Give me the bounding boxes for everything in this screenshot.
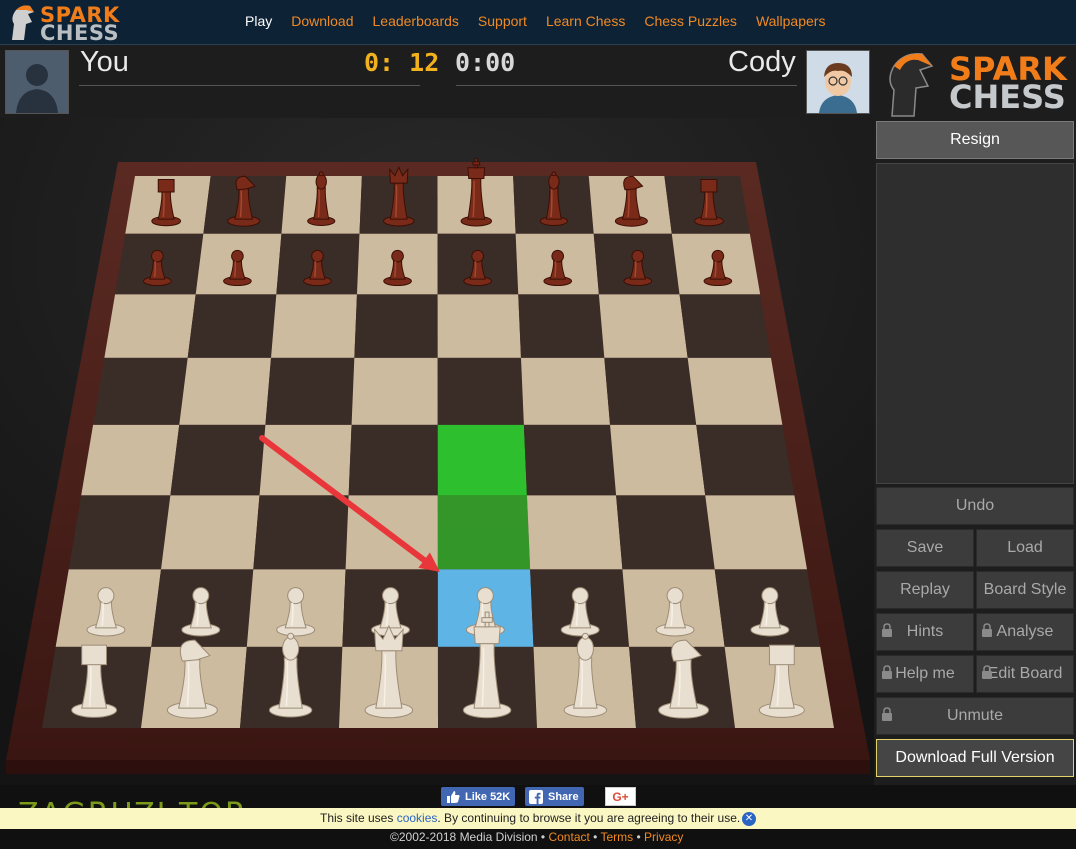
- cookie-text-pre: This site uses: [320, 811, 397, 825]
- unmute-button[interactable]: Unmute: [876, 697, 1074, 735]
- cookie-text-post: . By continuing to browse it you are agr…: [437, 811, 741, 825]
- replay-button[interactable]: Replay: [876, 571, 974, 609]
- analyse-button[interactable]: Analyse: [976, 613, 1074, 651]
- square-h5[interactable]: [687, 357, 783, 425]
- cookies-link[interactable]: cookies: [397, 811, 438, 825]
- square-g4[interactable]: [610, 424, 706, 496]
- help-me-button[interactable]: Help me: [876, 655, 974, 693]
- square-f6[interactable]: [518, 294, 605, 358]
- player-you-clock: 0: 12: [364, 48, 440, 77]
- nav-wallpapers[interactable]: Wallpapers: [756, 13, 826, 29]
- square-c6[interactable]: [271, 294, 357, 358]
- chess-board[interactable]: [0, 118, 874, 785]
- help-me-label: Help me: [895, 665, 955, 682]
- facebook-like-label: Like 52K: [465, 790, 511, 803]
- contact-link[interactable]: Contact: [548, 830, 589, 844]
- square-a3[interactable]: [68, 495, 171, 570]
- hints-label: Hints: [906, 623, 944, 640]
- player-cody-name: Cody: [728, 46, 796, 78]
- move-list-panel: [876, 163, 1074, 484]
- square-f5[interactable]: [520, 357, 611, 425]
- square-g3[interactable]: [616, 495, 715, 570]
- facebook-like-button[interactable]: Like 52K: [441, 787, 515, 806]
- horse-logo-icon: [12, 5, 34, 40]
- lock-icon: [882, 623, 892, 637]
- player-cody-underline: [456, 85, 797, 86]
- spark-chess-big-logo: SPARK CHESS: [880, 46, 1074, 118]
- square-h3[interactable]: [705, 495, 807, 570]
- save-button[interactable]: Save: [876, 529, 974, 567]
- square-b4[interactable]: [170, 424, 266, 496]
- hints-button[interactable]: Hints: [876, 613, 974, 651]
- square-e4[interactable]: [437, 424, 527, 496]
- player-cody-clock: 0:00: [455, 48, 516, 77]
- square-f4[interactable]: [523, 424, 617, 496]
- terms-link[interactable]: Terms: [600, 830, 633, 844]
- privacy-link[interactable]: Privacy: [644, 830, 683, 844]
- lock-icon: [882, 665, 892, 679]
- cookie-notice-bar: This site uses cookies. By continuing to…: [0, 808, 1076, 829]
- square-c5[interactable]: [265, 357, 355, 425]
- load-button[interactable]: Load: [976, 529, 1074, 567]
- user-silhouette-icon: [6, 51, 68, 113]
- lock-icon: [982, 623, 992, 637]
- nav-chess-puzzles[interactable]: Chess Puzzles: [644, 13, 737, 29]
- main-nav: Play Download Leaderboards Support Learn…: [245, 13, 844, 29]
- resign-button[interactable]: Resign: [876, 121, 1074, 159]
- lock-icon: [982, 665, 992, 679]
- facebook-share-label: Share: [548, 790, 579, 803]
- unmute-label: Unmute: [946, 707, 1004, 724]
- square-a4[interactable]: [81, 424, 180, 496]
- square-a5[interactable]: [93, 357, 188, 425]
- cody-portrait-icon: [807, 51, 869, 113]
- square-e6[interactable]: [437, 294, 521, 358]
- top-nav: SPARK CHESS Play Download Leaderboards S…: [0, 0, 1076, 45]
- nav-learn-chess[interactable]: Learn Chess: [546, 13, 625, 29]
- player-you-avatar: [5, 50, 69, 114]
- nav-play[interactable]: Play: [245, 13, 272, 29]
- square-b5[interactable]: [179, 357, 272, 425]
- square-d4[interactable]: [348, 424, 438, 496]
- player-you-name: You: [80, 46, 129, 78]
- logo-chess-text: CHESS: [949, 78, 1066, 116]
- facebook-share-button[interactable]: Share: [525, 787, 584, 806]
- square-g6[interactable]: [598, 294, 688, 358]
- knight-logo-icon: [889, 53, 934, 117]
- square-a6[interactable]: [104, 294, 196, 358]
- board-style-button[interactable]: Board Style: [976, 571, 1074, 609]
- lock-icon: [882, 707, 892, 721]
- nav-download[interactable]: Download: [291, 13, 353, 29]
- cookie-notice-text: This site uses cookies. By continuing to…: [320, 811, 740, 825]
- nav-support[interactable]: Support: [478, 13, 527, 29]
- square-g5[interactable]: [604, 357, 697, 425]
- thumbs-up-icon: [447, 790, 460, 803]
- copyright-text: ©2002-2018 Media Division: [390, 830, 538, 844]
- spark-chess-logo[interactable]: SPARK CHESS: [4, 2, 124, 45]
- square-b3[interactable]: [161, 495, 260, 570]
- edit-board-label: Edit Board: [987, 665, 1063, 682]
- square-d6[interactable]: [354, 294, 438, 358]
- player-you-underline: [79, 85, 420, 86]
- square-b6[interactable]: [187, 294, 277, 358]
- square-h4[interactable]: [696, 424, 795, 496]
- google-plus-button[interactable]: G+: [605, 787, 636, 806]
- nav-leaderboards[interactable]: Leaderboards: [373, 13, 459, 29]
- square-e5[interactable]: [437, 357, 524, 425]
- square-d5[interactable]: [351, 357, 438, 425]
- square-f3[interactable]: [526, 495, 623, 570]
- square-c3[interactable]: [253, 495, 349, 570]
- square-h6[interactable]: [679, 294, 771, 358]
- undo-button[interactable]: Undo: [876, 487, 1074, 525]
- square-e3[interactable]: [437, 495, 531, 570]
- brand-chess-text: CHESS: [40, 21, 120, 45]
- square-c4[interactable]: [259, 424, 352, 496]
- copyright-line: ©2002-2018 Media Division • Contact • Te…: [390, 830, 684, 844]
- facebook-icon: [529, 789, 543, 804]
- edit-board-button[interactable]: Edit Board: [976, 655, 1074, 693]
- player-cody-avatar: [806, 50, 870, 114]
- download-full-version-button[interactable]: Download Full Version: [876, 739, 1074, 777]
- chess-board-area: [0, 118, 874, 785]
- close-icon[interactable]: ✕: [742, 812, 756, 826]
- analyse-label: Analyse: [996, 623, 1054, 640]
